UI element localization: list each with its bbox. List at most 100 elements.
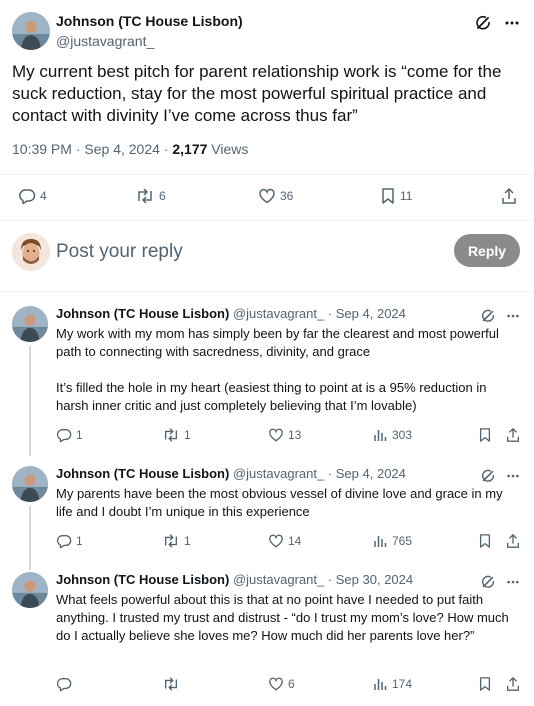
tweet-time[interactable]: 10:39 PM bbox=[12, 141, 72, 157]
reply-actions: 6 174 bbox=[0, 676, 534, 698]
more-options-icon[interactable] bbox=[506, 469, 520, 483]
reply-actions: 1 1 14 765 bbox=[0, 533, 534, 555]
bookmark-icon bbox=[382, 188, 394, 204]
share-action[interactable] bbox=[500, 187, 518, 205]
views-action[interactable]: 765 bbox=[372, 533, 412, 549]
tweet-header: Johnson (TC House Lisbon) @justavagrant_ bbox=[12, 12, 522, 52]
reply-button[interactable]: Reply bbox=[454, 234, 520, 267]
reply-action[interactable]: 1 bbox=[56, 533, 83, 549]
author-name[interactable]: Johnson (TC House Lisbon) bbox=[56, 306, 229, 321]
grok-icon[interactable] bbox=[480, 308, 496, 324]
more-options-icon[interactable] bbox=[504, 15, 520, 31]
repost-action[interactable]: 1 bbox=[162, 427, 191, 443]
more-options-icon[interactable] bbox=[506, 309, 520, 323]
like-action[interactable]: 36 bbox=[258, 187, 293, 205]
share-action[interactable] bbox=[505, 427, 521, 443]
reply-action[interactable] bbox=[56, 676, 72, 692]
grok-icon[interactable] bbox=[480, 574, 496, 590]
reply-action[interactable]: 4 bbox=[18, 187, 47, 205]
views-count: 174 bbox=[392, 677, 413, 691]
reply-action[interactable]: 1 bbox=[56, 427, 83, 443]
author-handle[interactable]: @justavagrant_ bbox=[233, 572, 324, 587]
share-icon bbox=[507, 533, 519, 548]
repost-icon bbox=[165, 534, 177, 548]
reply-text: My parents have been the most obvious ve… bbox=[56, 485, 522, 521]
views-count: 2,177 bbox=[172, 141, 208, 157]
bookmark-action[interactable]: 11 bbox=[380, 187, 412, 205]
heart-icon bbox=[269, 677, 283, 691]
heart-icon bbox=[269, 534, 283, 548]
reply-icon bbox=[56, 429, 72, 443]
reply-paragraph: It’s filled the hole in my heart (easies… bbox=[56, 380, 487, 413]
reply-paragraph: My parents have been the most obvious ve… bbox=[56, 486, 503, 519]
views-count: 303 bbox=[392, 428, 413, 442]
repost-action[interactable] bbox=[162, 676, 180, 692]
reply-paragraph: My work with my mom has simply been by f… bbox=[56, 326, 499, 359]
like-action[interactable]: 13 bbox=[268, 427, 301, 443]
bookmark-icon bbox=[479, 428, 491, 442]
share-action[interactable] bbox=[505, 676, 521, 692]
views-action[interactable]: 174 bbox=[372, 676, 412, 692]
author-name[interactable]: Johnson (TC House Lisbon) bbox=[56, 466, 229, 481]
reply-count: 4 bbox=[40, 189, 47, 203]
tweet-date[interactable]: Sep 4, 2024 bbox=[84, 141, 160, 157]
views-action[interactable]: 303 bbox=[372, 427, 412, 443]
like-action[interactable]: 6 bbox=[268, 676, 295, 692]
author-name[interactable]: Johnson (TC House Lisbon) bbox=[56, 13, 243, 29]
grok-icon[interactable] bbox=[480, 468, 496, 484]
bookmark-count: 11 bbox=[400, 189, 413, 203]
repost-action[interactable]: 1 bbox=[162, 533, 191, 549]
repost-count: 1 bbox=[184, 534, 191, 548]
divider bbox=[0, 291, 534, 292]
repost-icon bbox=[165, 677, 177, 691]
reply-icon bbox=[56, 678, 72, 692]
author-handle[interactable]: @justavagrant_ bbox=[56, 33, 154, 49]
reply-input[interactable]: Post your reply bbox=[56, 241, 183, 263]
like-action[interactable]: 14 bbox=[268, 533, 301, 549]
author-handle[interactable]: @justavagrant_ bbox=[233, 466, 324, 481]
reply-actions: 1 1 13 303 bbox=[0, 427, 534, 449]
reply-text: What feels powerful about this is that a… bbox=[56, 591, 522, 645]
reply-composer: Post your reply Reply bbox=[12, 233, 522, 273]
grok-icon[interactable] bbox=[474, 14, 492, 32]
tweet-meta: 10:39 PM · Sep 4, 2024 · 2,177 Views bbox=[12, 141, 249, 157]
views-icon bbox=[374, 536, 387, 547]
repost-icon bbox=[165, 428, 177, 442]
author-avatar[interactable] bbox=[12, 306, 48, 342]
bookmark-icon bbox=[479, 677, 491, 691]
heart-icon bbox=[269, 428, 283, 442]
more-options-icon[interactable] bbox=[506, 575, 520, 589]
reply-count: 1 bbox=[76, 428, 83, 442]
author-avatar[interactable] bbox=[12, 12, 50, 50]
like-count: 14 bbox=[288, 534, 302, 548]
reply-text: My work with my mom has simply been by f… bbox=[56, 325, 522, 415]
bookmark-action[interactable] bbox=[478, 676, 492, 692]
views-label: Views bbox=[211, 141, 249, 157]
reply-header: Johnson (TC House Lisbon) @justavagrant_… bbox=[56, 466, 406, 481]
tweet-text: My current best pitch for parent relatio… bbox=[12, 62, 502, 125]
author-avatar[interactable] bbox=[12, 466, 48, 502]
reply-tweet[interactable]: Johnson (TC House Lisbon) @justavagrant_… bbox=[12, 572, 522, 692]
author-avatar[interactable] bbox=[12, 572, 48, 608]
views-icon bbox=[374, 430, 387, 441]
author-handle[interactable]: @justavagrant_ bbox=[233, 306, 324, 321]
views-icon bbox=[374, 679, 387, 690]
tweet-actions: 4 6 36 11 bbox=[0, 187, 534, 209]
reply-date[interactable]: Sep 30, 2024 bbox=[336, 572, 413, 587]
reply-paragraph: What feels powerful about this is that a… bbox=[56, 592, 509, 643]
heart-icon bbox=[259, 188, 275, 204]
divider bbox=[0, 220, 534, 221]
like-count: 36 bbox=[280, 189, 294, 203]
share-action[interactable] bbox=[505, 533, 521, 549]
reply-date[interactable]: Sep 4, 2024 bbox=[336, 306, 406, 321]
repost-action[interactable]: 6 bbox=[135, 187, 166, 205]
current-user-avatar bbox=[12, 233, 50, 271]
share-icon bbox=[507, 427, 519, 442]
bookmark-action[interactable] bbox=[478, 427, 492, 443]
share-icon bbox=[507, 676, 519, 691]
author-name[interactable]: Johnson (TC House Lisbon) bbox=[56, 572, 229, 587]
reply-count: 1 bbox=[76, 534, 83, 548]
like-count: 13 bbox=[288, 428, 302, 442]
bookmark-action[interactable] bbox=[478, 533, 492, 549]
reply-date[interactable]: Sep 4, 2024 bbox=[336, 466, 406, 481]
